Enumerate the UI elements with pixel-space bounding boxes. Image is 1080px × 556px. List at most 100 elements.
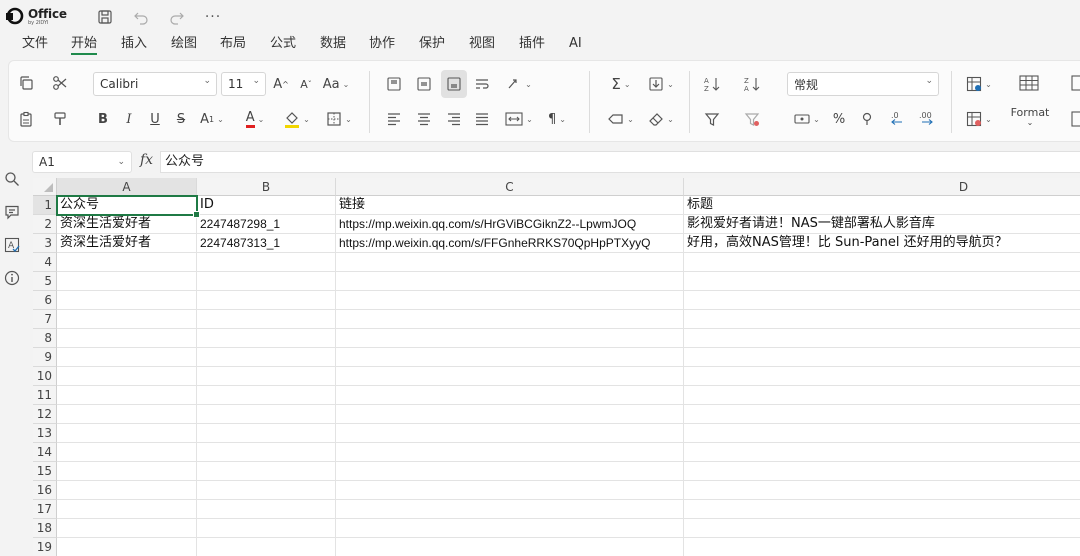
cell-c10[interactable] bbox=[336, 367, 684, 386]
redo-icon[interactable] bbox=[166, 7, 188, 27]
align-left-icon[interactable] bbox=[383, 107, 405, 131]
column-header-c[interactable]: C bbox=[336, 178, 684, 196]
cell-d12[interactable] bbox=[684, 405, 1080, 424]
filter-icon[interactable] bbox=[701, 107, 723, 131]
cell-c19[interactable] bbox=[336, 538, 684, 556]
menu-formulas[interactable]: 公式 bbox=[270, 35, 296, 55]
row-header[interactable]: 4 bbox=[33, 253, 57, 272]
row-header[interactable]: 15 bbox=[33, 462, 57, 481]
cell-d2[interactable]: 影视爱好者请进！NAS一键部署私人影音库 bbox=[684, 215, 1080, 234]
decrease-decimal-icon[interactable]: .0 bbox=[885, 107, 909, 131]
label-tag-icon[interactable]: ⌄ bbox=[603, 107, 639, 131]
row-header[interactable]: 6 bbox=[33, 291, 57, 310]
search-icon[interactable] bbox=[3, 170, 21, 188]
row-header[interactable]: 8 bbox=[33, 329, 57, 348]
cell-d6[interactable] bbox=[684, 291, 1080, 310]
cell-b7[interactable] bbox=[197, 310, 336, 329]
cell-d1[interactable]: 标题 bbox=[684, 196, 1080, 215]
cell-d18[interactable] bbox=[684, 519, 1080, 538]
spreadsheet-grid[interactable]: A B C D 1 公众号 ID 链接 标题 2 资深生活爱好者 2247487298_1 ht… bbox=[33, 178, 1080, 556]
cell-a12[interactable] bbox=[57, 405, 197, 424]
cell-d11[interactable] bbox=[684, 386, 1080, 405]
column-header-a[interactable]: A bbox=[57, 178, 197, 196]
cell-d8[interactable] bbox=[684, 329, 1080, 348]
cell-a14[interactable] bbox=[57, 443, 197, 462]
cell-a18[interactable] bbox=[57, 519, 197, 538]
cell-a1[interactable]: 公众号 bbox=[57, 196, 197, 215]
cell-a4[interactable] bbox=[57, 253, 197, 272]
cell-c3[interactable]: https://mp.weixin.qq.com/s/FFGnheRRKS70Q… bbox=[336, 234, 684, 253]
cell-c13[interactable] bbox=[336, 424, 684, 443]
cell-d17[interactable] bbox=[684, 500, 1080, 519]
cell-a3[interactable]: 资深生活爱好者 bbox=[57, 234, 197, 253]
cell-c14[interactable] bbox=[336, 443, 684, 462]
row-header[interactable]: 10 bbox=[33, 367, 57, 386]
save-icon[interactable] bbox=[94, 7, 116, 27]
menu-view[interactable]: 视图 bbox=[469, 35, 495, 55]
merge-cells-icon[interactable]: ⌄ bbox=[501, 107, 537, 131]
cell-b4[interactable] bbox=[197, 253, 336, 272]
cell-a8[interactable] bbox=[57, 329, 197, 348]
subscript-icon[interactable]: A 1 ⌄ bbox=[195, 107, 229, 131]
wrap-text-icon[interactable] bbox=[471, 72, 493, 96]
sort-ascending-icon[interactable]: AZ bbox=[701, 72, 723, 96]
menu-protect[interactable]: 保护 bbox=[419, 35, 445, 55]
cell-d16[interactable] bbox=[684, 481, 1080, 500]
comma-style-icon[interactable] bbox=[857, 107, 877, 131]
cell-a11[interactable] bbox=[57, 386, 197, 405]
menu-draw[interactable]: 绘图 bbox=[171, 35, 197, 55]
text-orientation-icon[interactable]: ⌄ bbox=[501, 72, 537, 96]
row-header[interactable]: 11 bbox=[33, 386, 57, 405]
cell-d13[interactable] bbox=[684, 424, 1080, 443]
cell-b19[interactable] bbox=[197, 538, 336, 556]
italic-icon[interactable]: I bbox=[119, 107, 139, 131]
cell-c9[interactable] bbox=[336, 348, 684, 367]
more-options-icon[interactable]: ··· bbox=[202, 7, 224, 27]
cell-a15[interactable] bbox=[57, 462, 197, 481]
menu-layout[interactable]: 布局 bbox=[220, 35, 246, 55]
font-size-select[interactable]: 11 ⌄ bbox=[221, 72, 266, 96]
cell-c7[interactable] bbox=[336, 310, 684, 329]
cell-b11[interactable] bbox=[197, 386, 336, 405]
cell-a10[interactable] bbox=[57, 367, 197, 386]
font-color-icon[interactable]: A ⌄ bbox=[237, 107, 273, 131]
undo-icon[interactable] bbox=[130, 7, 152, 27]
cell-b6[interactable] bbox=[197, 291, 336, 310]
cell-a13[interactable] bbox=[57, 424, 197, 443]
cell-b10[interactable] bbox=[197, 367, 336, 386]
row-header[interactable]: 9 bbox=[33, 348, 57, 367]
paragraph-icon[interactable]: ¶ ⌄ bbox=[539, 107, 575, 131]
menu-plugins[interactable]: 插件 bbox=[519, 35, 545, 55]
cell-a16[interactable] bbox=[57, 481, 197, 500]
autosum-icon[interactable]: Σ ⌄ bbox=[603, 72, 639, 96]
row-header[interactable]: 13 bbox=[33, 424, 57, 443]
fill-down-icon[interactable]: ⌄ bbox=[643, 72, 679, 96]
function-icon[interactable]: fx bbox=[140, 152, 153, 168]
menu-ai[interactable]: AI bbox=[569, 35, 582, 55]
cell-c16[interactable] bbox=[336, 481, 684, 500]
spellcheck-icon[interactable]: A bbox=[3, 236, 21, 254]
format-button[interactable]: Format ⌄ bbox=[1009, 103, 1051, 129]
cell-b17[interactable] bbox=[197, 500, 336, 519]
increase-decimal-icon[interactable]: .00 bbox=[915, 107, 939, 131]
increase-font-icon[interactable]: A ^ bbox=[271, 72, 291, 96]
row-header[interactable]: 14 bbox=[33, 443, 57, 462]
clear-eraser-icon[interactable]: ⌄ bbox=[643, 107, 679, 131]
menu-insert[interactable]: 插入 bbox=[121, 35, 147, 55]
cell-b16[interactable] bbox=[197, 481, 336, 500]
cell-c18[interactable] bbox=[336, 519, 684, 538]
more-ribbon-icon[interactable] bbox=[1069, 107, 1080, 131]
cell-b3[interactable]: 2247487313_1 bbox=[197, 234, 336, 253]
justify-icon[interactable] bbox=[471, 107, 493, 131]
conditional-format-icon[interactable]: ⌄ bbox=[961, 72, 997, 96]
cell-c12[interactable] bbox=[336, 405, 684, 424]
cell-a6[interactable] bbox=[57, 291, 197, 310]
row-header[interactable]: 16 bbox=[33, 481, 57, 500]
accounting-format-icon[interactable]: ⌄ bbox=[789, 107, 825, 131]
select-all-corner[interactable] bbox=[33, 178, 57, 196]
format-table-icon[interactable] bbox=[1015, 71, 1043, 95]
cell-d10[interactable] bbox=[684, 367, 1080, 386]
cell-d14[interactable] bbox=[684, 443, 1080, 462]
cell-d9[interactable] bbox=[684, 348, 1080, 367]
row-header[interactable]: 7 bbox=[33, 310, 57, 329]
